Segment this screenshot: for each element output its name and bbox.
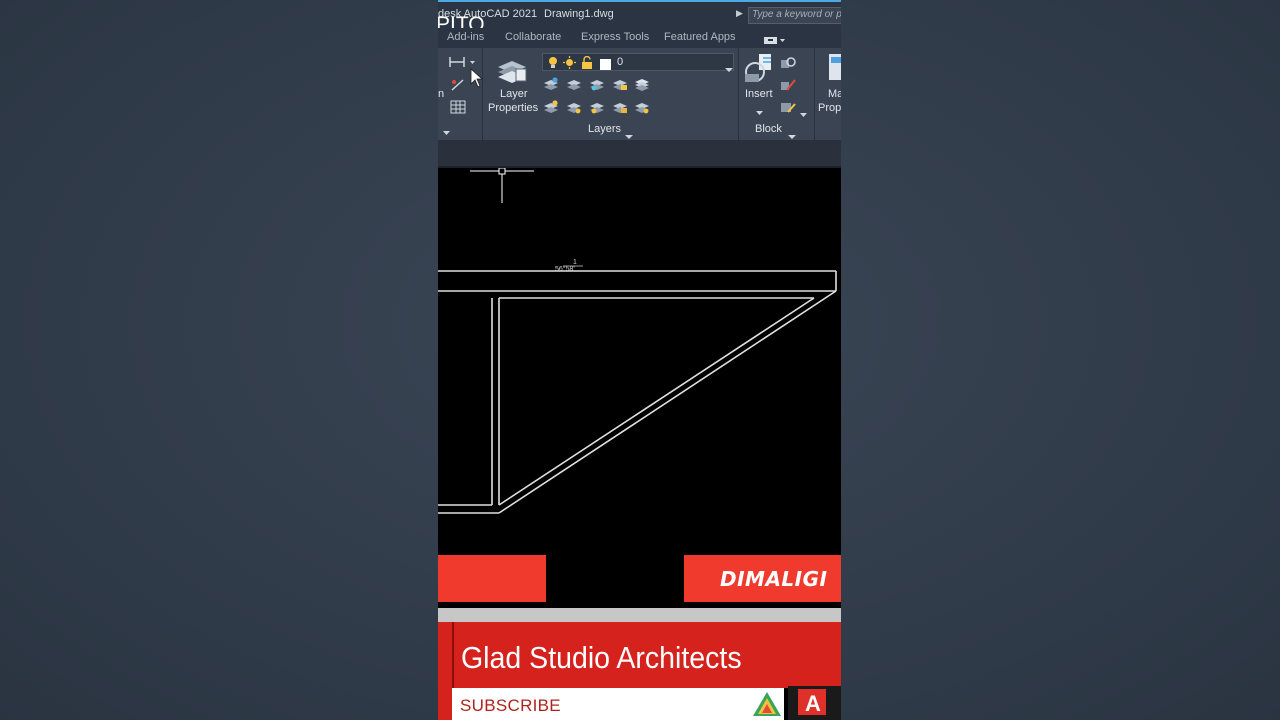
layer-label-line2: Properties xyxy=(488,102,539,114)
insert-block-icon[interactable] xyxy=(743,52,777,89)
triangle-logo-icon xyxy=(750,688,784,720)
document-tab[interactable]: Drawing1.dwg xyxy=(544,8,614,20)
command-banner-text: DIMALIGI xyxy=(720,567,828,591)
search-input[interactable]: Type a keyword or pl xyxy=(748,7,841,24)
tab-express-tools[interactable]: Express Tools xyxy=(581,31,649,43)
chevron-down-icon[interactable] xyxy=(800,105,807,123)
edit-attributes-icon[interactable] xyxy=(780,100,796,119)
autocad-logo-icon: A xyxy=(788,686,841,720)
layer-lock-icon[interactable] xyxy=(612,76,628,97)
subscribe-button[interactable]: SUBSCRIBE xyxy=(460,696,561,716)
layer-off-icon[interactable] xyxy=(543,76,559,97)
layer-on-icon[interactable] xyxy=(543,99,559,120)
create-block-icon[interactable] xyxy=(780,56,796,75)
layer-match-icon[interactable] xyxy=(634,76,650,97)
panel-divider xyxy=(482,48,483,140)
crosshair-cursor xyxy=(470,168,534,203)
autocad-video-frame: desk AutoCAD 2021 Drawing1.dwg ▶ Type a … xyxy=(438,0,841,720)
panel-divider xyxy=(738,48,739,140)
chevron-down-icon xyxy=(725,60,733,78)
tab-collaborate[interactable]: Collaborate xyxy=(505,31,561,43)
panel-divider xyxy=(814,48,815,140)
drawing-canvas[interactable]: 56°58' 1 DIMALIGI xyxy=(438,168,841,608)
cad-geometry xyxy=(438,270,837,514)
title-bar: desk AutoCAD 2021 Drawing1.dwg ▶ Type a … xyxy=(438,0,841,28)
tab-add-ins[interactable]: Add-ins xyxy=(447,31,484,43)
lower-divider xyxy=(438,608,841,622)
layer-properties-icon[interactable] xyxy=(496,53,528,90)
lightbulb-icon xyxy=(547,56,559,74)
ribbon-tabs: Add-ins Collaborate Express Tools Featur… xyxy=(438,28,841,48)
layer-unlock-icon[interactable] xyxy=(612,99,628,120)
layer-label-line1: Layer xyxy=(500,88,528,100)
tab-featured-apps[interactable]: Featured Apps xyxy=(664,31,736,43)
sun-icon xyxy=(563,56,576,74)
layer-freeze-icon[interactable] xyxy=(589,76,605,97)
studio-name: Glad Studio Architects xyxy=(461,640,742,675)
dimension-tick-text: 1 xyxy=(573,259,577,266)
table-icon[interactable] xyxy=(450,100,466,119)
layer-color-swatch xyxy=(600,57,611,75)
subscribe-bar[interactable]: SUBSCRIBE xyxy=(452,688,782,720)
angle-dimension-text: 56°58' xyxy=(555,265,575,273)
layers-panel-title[interactable]: Layers xyxy=(588,123,621,135)
current-layer-name: 0 xyxy=(617,56,624,68)
command-banner: DIMALIGI xyxy=(684,555,841,602)
match-properties-icon[interactable] xyxy=(828,53,841,86)
unlock-icon xyxy=(581,55,593,74)
layer-thaw-icon[interactable] xyxy=(589,99,605,120)
ribbon-panel: n Layer Properties 0 Layers Insert Block… xyxy=(438,48,841,140)
chevron-right-icon[interactable]: ▶ xyxy=(736,8,743,19)
autocad-logo-letter: A xyxy=(805,691,821,716)
leader-icon[interactable] xyxy=(450,78,466,97)
match-label-line2: Prop xyxy=(818,102,841,114)
red-banner-left xyxy=(438,555,546,602)
layer-unisolate-icon[interactable] xyxy=(566,99,582,120)
block-panel-title[interactable]: Block xyxy=(755,123,782,135)
layer-isolate-icon[interactable] xyxy=(566,76,582,97)
drawing-svg: 56°58' 1 xyxy=(438,168,837,514)
annotation-partial-label: n xyxy=(438,88,445,100)
chevron-down-icon[interactable] xyxy=(756,103,763,121)
layer-walk-icon[interactable] xyxy=(634,99,650,120)
layer-dropdown[interactable]: 0 xyxy=(542,53,734,74)
edit-block-icon[interactable] xyxy=(780,78,796,97)
channel-banner: Glad Studio Architects xyxy=(438,622,841,688)
file-tab-strip xyxy=(438,140,841,168)
insert-label: Insert xyxy=(745,88,773,100)
match-label-line1: Ma xyxy=(828,88,841,100)
